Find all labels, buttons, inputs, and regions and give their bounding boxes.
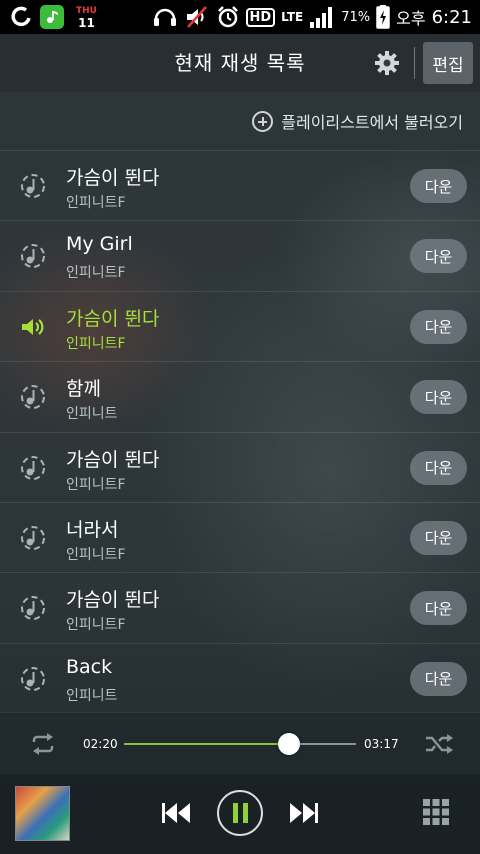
song-title: 가슴이 뛴다 [66, 307, 160, 330]
seek-bar-area: 02:20 03:17 [0, 712, 480, 774]
song-artist: 인피니트 [66, 687, 118, 704]
music-note-icon [21, 596, 45, 621]
download-button[interactable]: 다운 [410, 591, 467, 626]
calendar-date: THU 11 [76, 5, 97, 29]
music-notification-icon [40, 5, 64, 29]
load-playlist-button[interactable]: 플레이리스트에서 불러오기 [0, 92, 480, 150]
download-button[interactable]: 다운 [410, 380, 467, 415]
signal-icon [310, 7, 333, 28]
edit-button[interactable]: 편집 [423, 42, 473, 84]
seek-thumb[interactable] [277, 733, 300, 755]
player-controls [0, 774, 480, 854]
hd-indicator: HD [245, 7, 276, 27]
download-button[interactable]: 다운 [410, 520, 467, 555]
battery-percent: 71% [341, 9, 371, 25]
status-bar: THU 11 HD LTE 71% 오후 6:21 [0, 0, 480, 34]
speaker-icon [22, 318, 44, 335]
song-row[interactable]: 너라서 인피니트F 다운 [0, 501, 480, 572]
song-artist: 인피니트 [66, 406, 118, 423]
repeat-icon[interactable] [28, 733, 58, 755]
network-type: LTE [281, 10, 304, 24]
clock: 6:21 [431, 6, 472, 28]
song-title: 너라서 [66, 518, 119, 541]
music-note-icon [21, 455, 45, 480]
song-title: 함께 [66, 378, 101, 401]
page-title: 현재 재생 목록 [174, 51, 306, 75]
music-note-icon [21, 385, 45, 410]
song-artist: 인피니트F [66, 476, 126, 493]
seek-progress [124, 743, 289, 745]
song-artist: 인피니트F [66, 195, 126, 211]
music-note-icon [21, 525, 45, 550]
header-divider [414, 47, 415, 79]
music-note-icon [21, 666, 45, 691]
song-row[interactable]: 가슴이 뛴다 인피니트F 다운 [0, 572, 480, 642]
pause-button[interactable] [217, 790, 263, 836]
download-button[interactable]: 다운 [410, 450, 467, 485]
pause-bar-right [242, 803, 248, 823]
song-artist: 인피니트F [66, 546, 126, 563]
current-time: 02:20 [83, 737, 118, 751]
app-notification-icon [8, 4, 34, 30]
song-title: 가슴이 뛴다 [66, 589, 160, 612]
plus-circle-icon [252, 110, 274, 132]
next-track-icon[interactable] [288, 801, 320, 825]
download-button[interactable]: 다운 [410, 661, 467, 696]
song-artist: 인피니트F [66, 335, 126, 352]
song-title: My Girl [66, 233, 133, 256]
calendar-number: 11 [78, 16, 95, 30]
song-row[interactable]: 함께 인피니트 다운 [0, 361, 480, 431]
headset-icon [153, 8, 176, 26]
download-button[interactable]: 다운 [410, 309, 467, 344]
song-row[interactable]: Back 인피니트 다운 [0, 642, 480, 713]
song-row[interactable]: 가슴이 뛴다 인피니트F 다운 [0, 150, 480, 220]
song-list: 가슴이 뛴다 인피니트F 다운 My Girl 인피니트F 다운 가슴이 뛴다 … [0, 150, 480, 713]
seek-track[interactable] [124, 733, 356, 755]
song-row[interactable]: My Girl 인피니트F 다운 [0, 220, 480, 290]
music-note-icon [21, 174, 45, 198]
song-artist: 인피니트F [66, 617, 126, 634]
music-note-icon [21, 244, 45, 269]
song-row-playing[interactable]: 가슴이 뛴다 인피니트F 다운 [0, 290, 480, 361]
download-button[interactable]: 다운 [410, 169, 467, 203]
song-title: 가슴이 뛴다 [66, 448, 160, 471]
song-title: Back [66, 655, 113, 678]
song-title: 가슴이 뛴다 [66, 167, 160, 189]
header-bar: 현재 재생 목록 편집 [0, 34, 480, 92]
total-time: 03:17 [364, 737, 399, 751]
album-thumbnail[interactable] [15, 786, 70, 841]
previous-track-icon[interactable] [160, 801, 192, 825]
grid-menu-icon[interactable] [423, 799, 449, 825]
battery-icon [376, 5, 390, 29]
shuffle-icon[interactable] [424, 733, 454, 755]
mute-icon [186, 6, 207, 28]
song-artist: 인피니트F [66, 265, 126, 282]
load-playlist-label: 플레이리스트에서 불러오기 [281, 113, 463, 132]
time-ampm: 오후 [396, 9, 426, 28]
pause-bar-left [232, 803, 238, 823]
song-row[interactable]: 가슴이 뛴다 인피니트F 다운 [0, 431, 480, 502]
alarm-icon [217, 6, 238, 28]
download-button[interactable]: 다운 [410, 239, 467, 274]
gear-icon[interactable] [374, 50, 400, 76]
